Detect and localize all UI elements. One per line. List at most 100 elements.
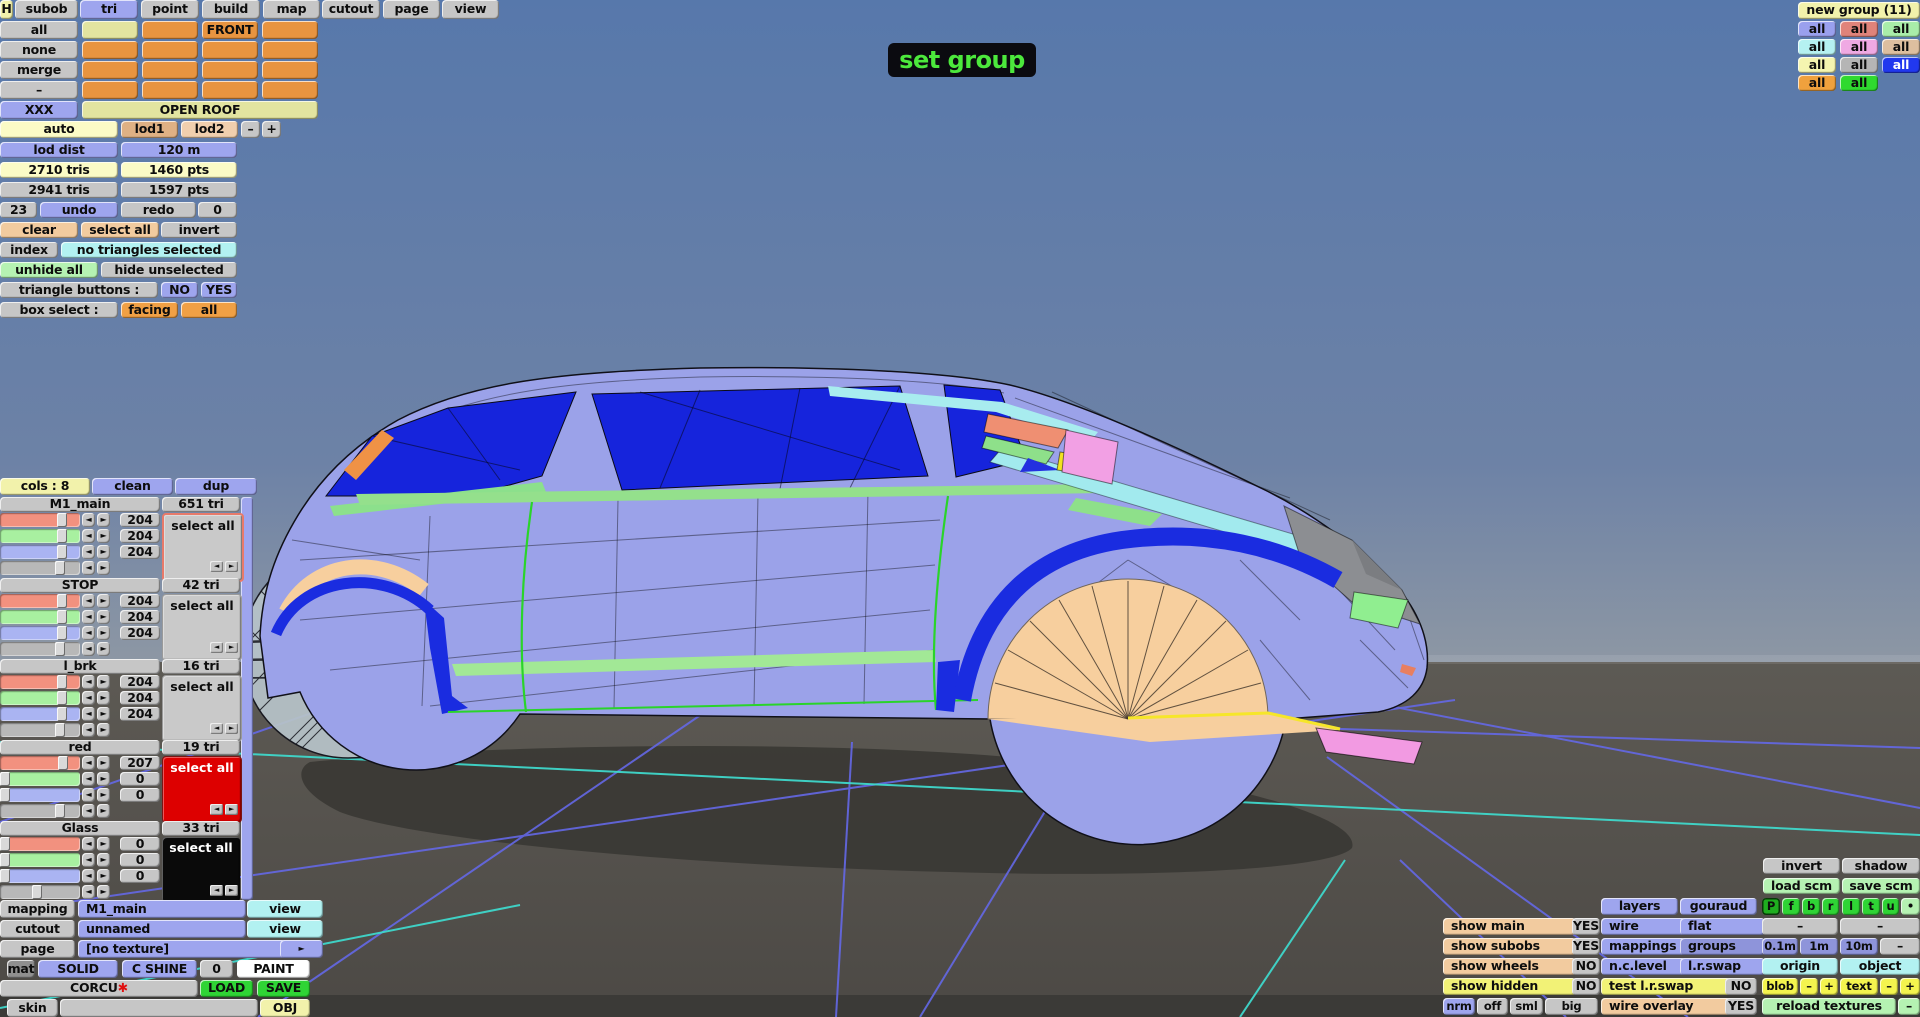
proj-l-button[interactable]: l (1842, 898, 1860, 915)
subob-cell[interactable] (82, 21, 138, 39)
slider-inc[interactable]: ► (97, 804, 110, 818)
new-group-title[interactable]: new group (11) (1798, 2, 1920, 19)
subob-cell[interactable] (142, 81, 198, 99)
group-all-button[interactable]: all (1798, 39, 1836, 55)
subob-cell[interactable] (82, 61, 138, 79)
load-button[interactable]: LOAD (200, 980, 253, 997)
slider-extra[interactable] (0, 885, 80, 899)
value-blue[interactable]: 0 (120, 869, 160, 883)
lod-dist-value[interactable]: 120 m (121, 142, 237, 158)
grid-01m-button[interactable]: 0.1m (1762, 938, 1798, 955)
slider-inc[interactable]: ► (97, 513, 110, 527)
subob-cell[interactable] (262, 21, 318, 39)
slider-inc[interactable]: ► (97, 691, 110, 705)
material-prev[interactable]: ◄ (210, 561, 223, 572)
show-main-label[interactable]: show main (1443, 918, 1576, 935)
value-red[interactable]: 207 (120, 756, 160, 770)
slider-inc[interactable]: ► (97, 723, 110, 737)
mappings-button[interactable]: mappings (1601, 938, 1686, 955)
triangle-buttons-yes[interactable]: YES (201, 282, 237, 298)
material-next[interactable]: ► (225, 642, 238, 653)
lod-minus-button[interactable]: – (241, 121, 260, 138)
cutout-view-button[interactable]: view (247, 920, 323, 938)
slider-dec[interactable]: ◄ (82, 869, 95, 883)
subob-all-button[interactable]: all (0, 21, 78, 39)
menu-cutout[interactable]: cutout (322, 0, 380, 19)
slider-dec[interactable]: ◄ (82, 885, 95, 899)
proj-dot-button[interactable]: • (1901, 898, 1920, 915)
slider-dec[interactable]: ◄ (82, 756, 95, 770)
material-name[interactable]: Glass (0, 821, 160, 836)
slider-inc[interactable]: ► (97, 642, 110, 656)
text-minus-button[interactable]: – (1880, 978, 1898, 995)
test-lrswap-toggle[interactable]: NO (1725, 978, 1757, 995)
dash-button[interactable]: – (1840, 918, 1920, 935)
group-all-button[interactable]: all (1882, 21, 1920, 37)
menu-tri[interactable]: tri (80, 0, 138, 19)
dash-button[interactable]: – (1880, 938, 1920, 955)
menu-map[interactable]: map (263, 0, 320, 19)
slider-inc[interactable]: ► (97, 869, 110, 883)
slider-red[interactable] (0, 594, 80, 608)
value-red[interactable]: 0 (120, 837, 160, 851)
select-all-button[interactable]: select all (81, 222, 159, 238)
layers-button[interactable]: layers (1601, 898, 1678, 915)
index-button[interactable]: index (0, 242, 58, 258)
subob-cell-front[interactable]: FRONT (202, 21, 258, 39)
gouraud-button[interactable]: gouraud (1680, 898, 1757, 915)
group-all-button[interactable]: all (1798, 75, 1836, 91)
show-wheels-toggle[interactable]: NO (1572, 958, 1600, 975)
box-select-facing[interactable]: facing (121, 302, 178, 318)
slider-blue[interactable] (0, 788, 80, 802)
slider-blue[interactable] (0, 869, 80, 883)
material-next[interactable]: ► (225, 561, 238, 572)
slider-inc[interactable]: ► (97, 853, 110, 867)
menu-subob[interactable]: subob (15, 0, 78, 19)
slider-dec[interactable]: ◄ (82, 691, 95, 705)
slider-red[interactable] (0, 837, 80, 851)
subob-cell[interactable] (262, 41, 318, 59)
material-prev[interactable]: ◄ (210, 723, 223, 734)
redo-button[interactable]: redo (121, 202, 196, 218)
group-all-button[interactable]: all (1798, 57, 1836, 73)
viewport-scene[interactable] (0, 0, 1920, 1017)
slider-inc[interactable]: ► (97, 675, 110, 689)
slider-extra[interactable] (0, 561, 80, 575)
show-subobs-label[interactable]: show subobs (1443, 938, 1576, 955)
slider-dec[interactable]: ◄ (82, 723, 95, 737)
proj-t-button[interactable]: t (1862, 898, 1880, 915)
slider-dec[interactable]: ◄ (82, 594, 95, 608)
reload-dash-button[interactable]: – (1898, 998, 1920, 1015)
wire-overlay-toggle[interactable]: YES (1725, 998, 1757, 1015)
blob-plus-button[interactable]: + (1820, 978, 1838, 995)
material-prev[interactable]: ◄ (210, 885, 223, 896)
cutout-label[interactable]: cutout (0, 920, 75, 938)
obj-button[interactable]: OBJ (260, 999, 310, 1017)
slider-red[interactable] (0, 675, 80, 689)
wire-button[interactable]: wire (1601, 918, 1686, 935)
invert-view-button[interactable]: invert (1763, 858, 1840, 874)
group-all-button[interactable]: all (1840, 21, 1878, 37)
subob-cell[interactable] (262, 61, 318, 79)
mapping-view-button[interactable]: view (247, 900, 323, 918)
page-label[interactable]: page (0, 940, 75, 958)
blob-button[interactable]: blob (1762, 978, 1798, 995)
group-all-button[interactable]: all (1840, 39, 1878, 55)
lod2-button[interactable]: lod2 (181, 121, 238, 138)
material-name[interactable]: M1_main (0, 497, 160, 512)
page-next-button[interactable]: ► (280, 940, 323, 958)
slider-dec[interactable]: ◄ (82, 853, 95, 867)
subob-cell[interactable] (82, 81, 138, 99)
slider-dec[interactable]: ◄ (82, 675, 95, 689)
mapping-label[interactable]: mapping (0, 900, 75, 918)
slider-inc[interactable]: ► (97, 610, 110, 624)
slider-dec[interactable]: ◄ (82, 804, 95, 818)
show-subobs-toggle[interactable]: YES (1572, 938, 1600, 955)
subob-xxx-button[interactable]: XXX (0, 101, 78, 119)
lod1-button[interactable]: lod1 (121, 121, 178, 138)
slider-green[interactable] (0, 691, 80, 705)
value-blue[interactable]: 204 (120, 545, 160, 559)
slider-dec[interactable]: ◄ (82, 707, 95, 721)
subob-cell[interactable] (202, 41, 258, 59)
test-lrswap-button[interactable]: test l.r.swap (1601, 978, 1731, 995)
